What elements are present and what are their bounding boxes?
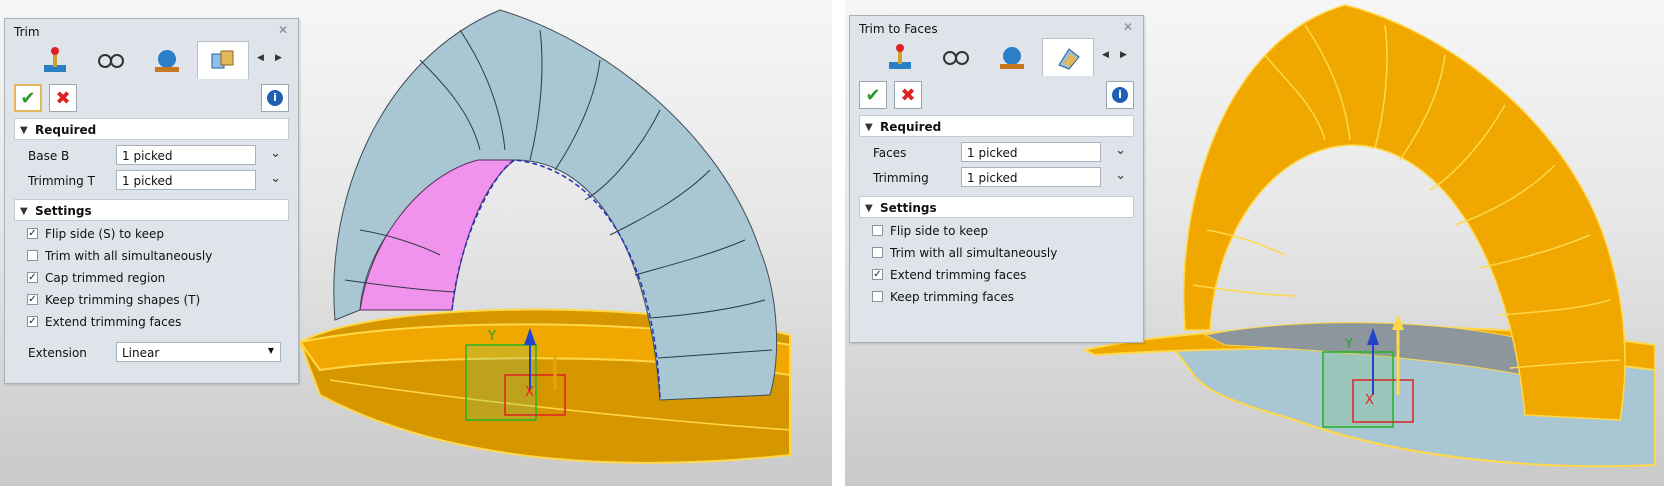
collapse-icon: ▼: [865, 203, 873, 214]
close-icon[interactable]: ✕: [278, 23, 288, 37]
trimming-input[interactable]: 1 picked: [116, 170, 256, 190]
collapse-icon: ▼: [20, 206, 28, 217]
tab-face-trim[interactable]: [1042, 38, 1094, 76]
collapse-icon: ▼: [865, 122, 873, 133]
faces-input[interactable]: 1 picked: [961, 142, 1101, 162]
checkbox[interactable]: [872, 247, 883, 258]
panel-title: Trim to Faces: [859, 22, 938, 36]
info-button[interactable]: i: [261, 84, 289, 112]
panel-tabs: ◀ ▶: [5, 41, 298, 79]
info-icon: i: [1112, 87, 1128, 103]
panel-title: Trim: [14, 25, 40, 39]
settings-header[interactable]: ▼ Settings: [859, 196, 1134, 218]
ok-button[interactable]: ✔: [14, 84, 42, 112]
settings-header[interactable]: ▼ Settings: [14, 199, 289, 221]
double-chevron-down-icon[interactable]: ⌄: [1115, 168, 1126, 183]
field-extension: Extension Linear ▼: [18, 342, 285, 364]
field-faces: Faces 1 picked ⌄: [873, 142, 1126, 162]
action-row: ✔ ✖ i: [9, 81, 294, 115]
panel-tabs: ◀ ▶: [850, 38, 1143, 76]
field-base: Base B 1 picked ⌄: [28, 145, 281, 165]
cancel-button[interactable]: ✖: [894, 81, 922, 109]
field-trimming: Trimming T 1 picked ⌄: [28, 170, 281, 190]
checkbox[interactable]: ✓: [27, 316, 38, 327]
panel-titlebar: Trim ✕: [5, 19, 298, 41]
axis-y-label: Y: [487, 329, 496, 344]
joystick-icon: [889, 44, 911, 69]
joystick-icon: [44, 47, 66, 72]
double-chevron-down-icon[interactable]: ⌄: [1115, 143, 1126, 158]
checkbox[interactable]: ✓: [27, 228, 38, 239]
viewport-left[interactable]: Y X Trim ✕ ◀ ▶ ✔ ✖ i ▼ Required Base B 1…: [0, 0, 832, 486]
cancel-button[interactable]: ✖: [49, 84, 77, 112]
tab-scroll-right-icon[interactable]: ▶: [1120, 50, 1127, 60]
check-icon: ✔: [20, 87, 36, 109]
tab-glasses[interactable]: [930, 38, 982, 76]
checkbox[interactable]: [872, 291, 883, 302]
trim-panel: Trim ✕ ◀ ▶ ✔ ✖ i ▼ Required Base B 1 pic…: [4, 18, 299, 384]
close-icon[interactable]: ✕: [1123, 20, 1133, 34]
globe-icon: [155, 50, 179, 72]
ok-button[interactable]: ✔: [859, 81, 887, 109]
base-input[interactable]: 1 picked: [116, 145, 256, 165]
check-icon: ✔: [865, 84, 881, 106]
tab-globe[interactable]: [986, 38, 1038, 76]
tab-globe[interactable]: [141, 41, 193, 79]
double-chevron-down-icon[interactable]: ⌄: [270, 171, 281, 186]
dropdown-caret-icon: ▼: [267, 346, 274, 355]
collapse-icon: ▼: [20, 125, 28, 136]
tab-glasses[interactable]: [85, 41, 137, 79]
glasses-icon: [943, 51, 969, 65]
glasses-icon: [98, 54, 124, 68]
checkbox[interactable]: [27, 250, 38, 261]
tab-scroll-left-icon[interactable]: ◀: [1102, 50, 1109, 60]
tab-joystick[interactable]: [29, 41, 81, 79]
action-row: ✔ ✖ i: [854, 78, 1139, 112]
info-icon: i: [267, 90, 283, 106]
trimming-input[interactable]: 1 picked: [961, 167, 1101, 187]
axis-x-label: X: [1365, 393, 1374, 408]
axis-y-label: Y: [1344, 337, 1353, 352]
double-chevron-down-icon[interactable]: ⌄: [270, 146, 281, 161]
required-header[interactable]: ▼ Required: [14, 118, 289, 140]
field-trimming: Trimming 1 picked ⌄: [873, 167, 1126, 187]
tab-joystick[interactable]: [874, 38, 926, 76]
tab-scroll-right-icon[interactable]: ▶: [275, 53, 282, 63]
trim-to-faces-panel: Trim to Faces ✕ ◀ ▶ ✔ ✖ i ▼ Required Fac…: [849, 15, 1144, 343]
image-divider: [832, 0, 845, 486]
tab-scroll-left-icon[interactable]: ◀: [257, 53, 264, 63]
panel-titlebar: Trim to Faces ✕: [850, 16, 1143, 38]
checkbox[interactable]: ✓: [27, 272, 38, 283]
extension-select[interactable]: Linear ▼: [116, 342, 281, 362]
viewport-right[interactable]: Y X Trim to Faces ✕ ◀ ▶ ✔ ✖ i ▼ Required…: [845, 0, 1664, 486]
tab-boxes[interactable]: [197, 41, 249, 79]
checkbox[interactable]: ✓: [27, 294, 38, 305]
info-button[interactable]: i: [1106, 81, 1134, 109]
axis-x-label: X: [525, 385, 534, 400]
checkbox[interactable]: ✓: [872, 269, 883, 280]
face-trim-icon: [1058, 47, 1080, 70]
required-header[interactable]: ▼ Required: [859, 115, 1134, 137]
cross-icon: ✖: [900, 84, 916, 106]
boxes-icon: [211, 50, 234, 68]
cross-icon: ✖: [55, 87, 71, 109]
checkbox[interactable]: [872, 225, 883, 236]
globe-icon: [1000, 47, 1024, 69]
